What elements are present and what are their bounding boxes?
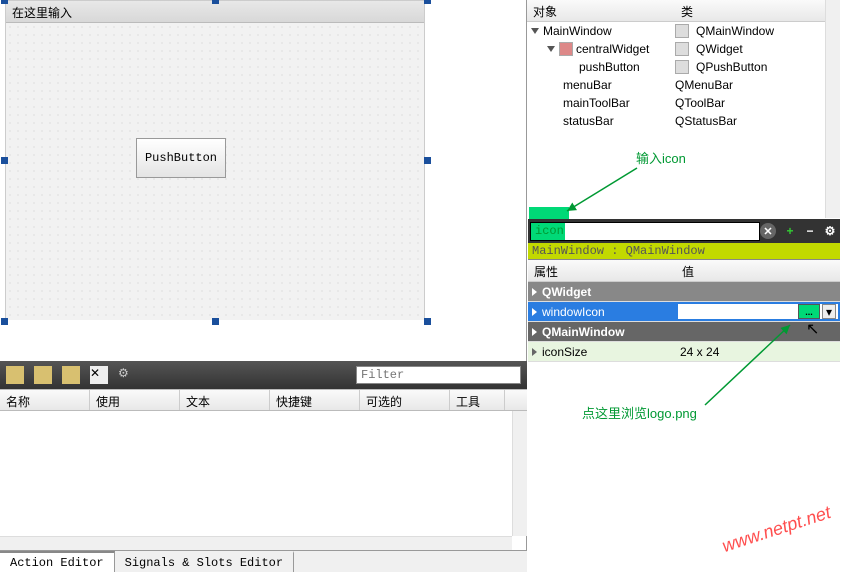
col-shortcut[interactable]: 快捷键 xyxy=(270,390,360,410)
selection-handle[interactable] xyxy=(1,0,8,4)
col-property[interactable]: 属性 xyxy=(528,260,676,281)
copy-action-icon[interactable] xyxy=(34,366,52,384)
tree-row[interactable]: pushButtonQPushButton xyxy=(527,58,840,76)
selection-handle[interactable] xyxy=(424,318,431,325)
property-filter-input[interactable] xyxy=(530,222,760,241)
browse-button[interactable]: ... xyxy=(798,304,820,319)
tree-row[interactable]: MainWindowQMainWindow xyxy=(527,22,840,40)
filter-input[interactable] xyxy=(356,366,521,384)
property-group[interactable]: QWidget xyxy=(528,282,840,302)
remove-property-icon[interactable]: − xyxy=(801,222,819,240)
form-window[interactable]: 在这里输入 PushButton xyxy=(5,0,425,320)
add-property-icon[interactable]: + xyxy=(781,222,799,240)
col-class[interactable]: 类 xyxy=(675,0,699,21)
col-name[interactable]: 名称 xyxy=(0,390,90,410)
col-value[interactable]: 值 xyxy=(676,260,700,281)
selection-handle[interactable] xyxy=(424,0,431,4)
scrollbar-vertical[interactable] xyxy=(512,411,527,536)
widget-icon xyxy=(675,42,689,56)
col-text[interactable]: 文本 xyxy=(180,390,270,410)
tree-row[interactable]: menuBarQMenuBar xyxy=(527,76,840,94)
tree-row[interactable]: mainToolBarQToolBar xyxy=(527,94,840,112)
property-list[interactable]: QWidget windowIcon ... ▾ QMainWindow ico… xyxy=(528,282,840,362)
selection-handle[interactable] xyxy=(1,157,8,164)
form-canvas[interactable]: PushButton xyxy=(6,23,424,320)
col-checkable[interactable]: 可选的 xyxy=(360,390,450,410)
widget-icon xyxy=(559,42,573,56)
property-header: 属性 值 xyxy=(528,260,840,282)
scrollbar-vertical[interactable] xyxy=(825,0,840,218)
action-columns: 名称 使用 文本 快捷键 可选的 工具 xyxy=(0,389,527,411)
form-title-bar: 在这里输入 xyxy=(6,1,424,23)
selection-handle[interactable] xyxy=(212,318,219,325)
clear-filter-icon[interactable]: ✕ xyxy=(760,223,776,239)
tree-row[interactable]: statusBarQStatusBar xyxy=(527,112,840,130)
selection-handle[interactable] xyxy=(1,318,8,325)
annotation-text: 输入icon xyxy=(636,148,686,167)
new-action-icon[interactable] xyxy=(6,366,24,384)
dropdown-button[interactable]: ▾ xyxy=(822,304,836,319)
property-group[interactable]: QMainWindow xyxy=(528,322,840,342)
object-tree[interactable]: MainWindowQMainWindow centralWidgetQWidg… xyxy=(527,22,840,130)
scrollbar-horizontal[interactable] xyxy=(0,536,512,550)
property-row-windowicon[interactable]: windowIcon ... ▾ xyxy=(528,302,840,322)
config-icon[interactable]: ⚙ xyxy=(118,366,136,384)
selection-handle[interactable] xyxy=(424,157,431,164)
window-icon xyxy=(675,24,689,38)
tree-row[interactable]: centralWidgetQWidget xyxy=(527,40,840,58)
config-icon[interactable]: ⚙ xyxy=(821,222,839,240)
annotation-text: 点这里浏览logo.png xyxy=(582,403,697,422)
tab-signals-slots[interactable]: Signals & Slots Editor xyxy=(115,551,294,572)
property-breadcrumb: MainWindow : QMainWindow xyxy=(528,243,840,260)
property-row-iconsize[interactable]: iconSize 24 x 24 xyxy=(528,342,840,362)
delete-action-icon[interactable]: ✕ xyxy=(90,366,108,384)
selection-handle[interactable] xyxy=(212,0,219,4)
action-list[interactable] xyxy=(0,411,527,536)
button-icon xyxy=(675,60,689,74)
col-tooltip[interactable]: 工具 xyxy=(450,390,505,410)
push-button[interactable]: PushButton xyxy=(136,138,226,178)
bottom-tabs: Action Editor Signals & Slots Editor xyxy=(0,550,527,572)
paste-action-icon[interactable] xyxy=(62,366,80,384)
object-tree-header: 对象 类 xyxy=(527,0,840,22)
property-filter-bar: ✕ + − ⚙ xyxy=(528,219,840,243)
col-object[interactable]: 对象 xyxy=(527,0,675,21)
action-toolbar: ✕ ⚙ xyxy=(0,361,527,389)
tab-action-editor[interactable]: Action Editor xyxy=(0,551,115,572)
design-area: 在这里输入 PushButton ✕ ⚙ 名称 使用 文本 快捷键 可选的 工具… xyxy=(0,0,527,572)
col-used[interactable]: 使用 xyxy=(90,390,180,410)
